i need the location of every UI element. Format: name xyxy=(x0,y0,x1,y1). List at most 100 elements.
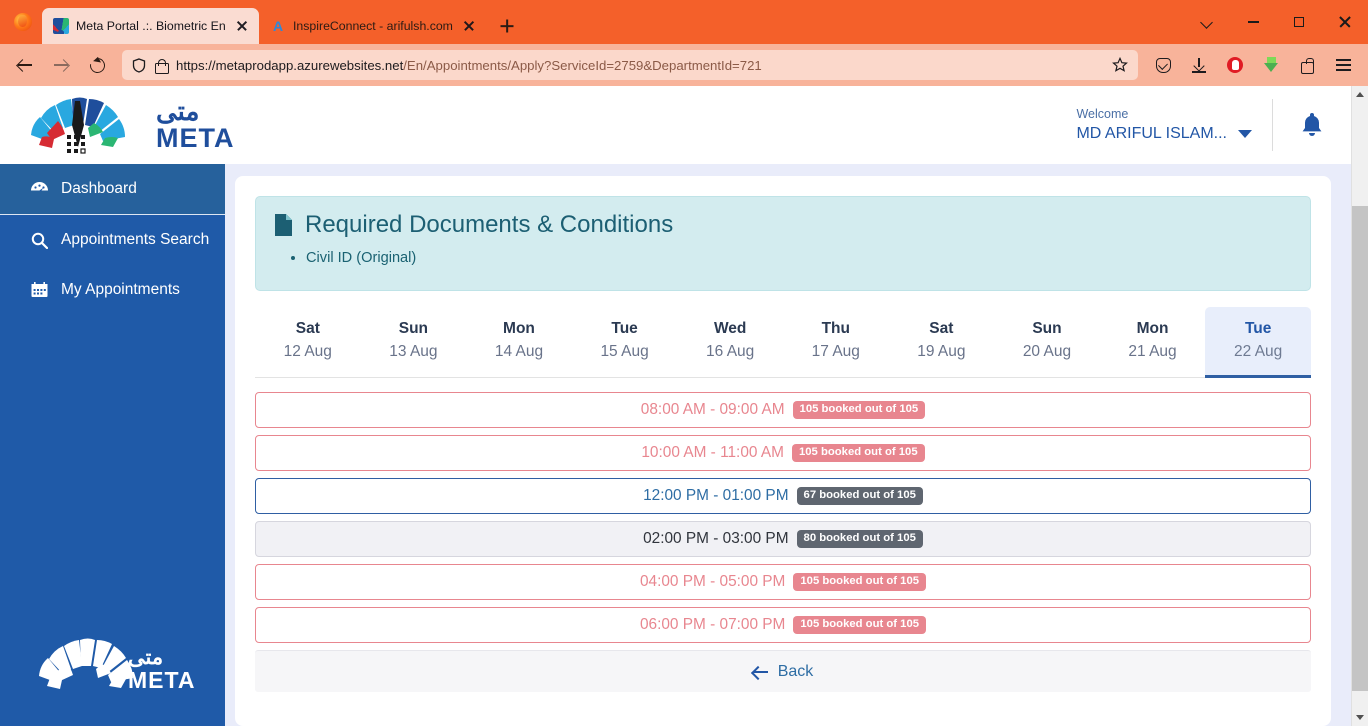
page-body: Dashboard Appointments Search My Appoint… xyxy=(0,164,1351,726)
extensions-icon[interactable] xyxy=(1290,49,1324,81)
back-button[interactable]: Back xyxy=(255,650,1311,692)
pocket-icon[interactable] xyxy=(1146,49,1180,81)
scrollbar-thumb[interactable] xyxy=(1351,206,1368,691)
date-tab-1[interactable]: Sun 13 Aug xyxy=(361,307,467,377)
menu-icon[interactable] xyxy=(1326,49,1360,81)
date-tabs: Sat 12 Aug Sun 13 Aug Mon 14 Aug Tue 15 … xyxy=(255,307,1311,378)
date-tab-3[interactable]: Tue 15 Aug xyxy=(572,307,678,377)
date-tab-0-dow: Sat xyxy=(295,320,320,337)
notifications-button[interactable] xyxy=(1273,99,1351,151)
scrollbar-down-arrow-icon[interactable] xyxy=(1352,709,1368,726)
dashboard-icon xyxy=(30,181,49,197)
page-viewport: متى META Welcome MD ARIFUL ISLAM... Dash… xyxy=(0,86,1368,726)
welcome-username: MD ARIFUL ISLAM... xyxy=(1076,123,1252,145)
url-path: /En/Appointments/Apply?ServiceId=2759&De… xyxy=(403,57,762,73)
sidebar-item-my-appointments[interactable]: My Appointments xyxy=(0,265,225,315)
date-tab-4-dow: Wed xyxy=(713,320,747,337)
chevron-down-icon[interactable] xyxy=(1238,129,1252,138)
time-slot-4[interactable]: 04:00 PM - 05:00 PM 105 booked out of 10… xyxy=(255,564,1311,600)
forward-nav-icon[interactable] xyxy=(44,49,78,81)
letter-a-favicon-icon: A xyxy=(272,18,284,34)
date-tab-9[interactable]: Tue 22 Aug xyxy=(1205,307,1311,378)
minimize-icon[interactable] xyxy=(1230,0,1276,44)
meta-footer-logo-icon: متى META xyxy=(38,638,195,694)
date-tab-3-dom: 15 Aug xyxy=(600,343,649,360)
time-slot-0-time: 08:00 AM - 09:00 AM xyxy=(640,401,785,418)
document-icon xyxy=(274,213,293,237)
date-tab-6[interactable]: Sat 19 Aug xyxy=(889,307,995,377)
browser-tab-0-title: Meta Portal .:. Biometric Enrollm xyxy=(76,19,226,33)
date-tab-4[interactable]: Wed 16 Aug xyxy=(677,307,783,377)
scrollbar-track[interactable] xyxy=(1351,103,1368,709)
reload-icon[interactable] xyxy=(80,49,114,81)
browser-tab-1-title: InspireConnect - arifulsh.com xyxy=(293,19,453,33)
sidebar-footer-logo: متى META xyxy=(0,612,225,726)
date-tab-2-dom: 14 Aug xyxy=(494,343,544,360)
date-tab-8-dom: 21 Aug xyxy=(1128,343,1177,360)
url-host: https://metaprodapp.azurewebsites.net xyxy=(176,57,404,73)
meta-logo[interactable]: متى META xyxy=(26,93,235,157)
page-scrollbar[interactable] xyxy=(1351,86,1368,726)
appointment-card: Required Documents & Conditions Civil ID… xyxy=(235,176,1331,726)
required-documents-list: Civil ID (Original) xyxy=(306,246,1292,270)
meta-logo-latin: META xyxy=(156,123,235,153)
time-slot-5[interactable]: 06:00 PM - 07:00 PM 105 booked out of 10… xyxy=(255,607,1311,643)
scrollbar-up-arrow-icon[interactable] xyxy=(1352,86,1368,103)
downloads-icon[interactable] xyxy=(1182,49,1216,81)
time-slot-3[interactable]: 02:00 PM - 03:00 PM 80 booked out of 105 xyxy=(255,521,1311,557)
bookmark-star-icon[interactable] xyxy=(1112,56,1128,73)
download-helper-icon[interactable] xyxy=(1254,49,1288,81)
date-tab-2[interactable]: Mon 14 Aug xyxy=(466,307,572,377)
meta-logo-mark-icon xyxy=(31,97,125,154)
time-slot-1[interactable]: 10:00 AM - 11:00 AM 105 booked out of 10… xyxy=(255,435,1311,471)
sidebar-divider xyxy=(0,214,225,215)
date-tab-0[interactable]: Sat 12 Aug xyxy=(255,307,361,377)
shield-icon xyxy=(132,57,146,73)
sidebar-item-appointments-search[interactable]: Appointments Search xyxy=(0,215,225,265)
required-documents-panel: Required Documents & Conditions Civil ID… xyxy=(255,196,1311,291)
browser-window: Meta Portal .:. Biometric Enrollm A Insp… xyxy=(0,0,1368,726)
browser-nav-bar: https://metaprodapp.azurewebsites.net/En… xyxy=(0,44,1368,86)
time-slot-list: 08:00 AM - 09:00 AM 105 booked out of 10… xyxy=(255,392,1311,643)
address-bar[interactable]: https://metaprodapp.azurewebsites.net/En… xyxy=(122,50,1138,80)
date-tab-1-dom: 13 Aug xyxy=(389,343,438,360)
lock-icon xyxy=(155,58,169,74)
browser-tab-1-close-icon[interactable] xyxy=(460,17,478,35)
date-tab-1-dow: Sun xyxy=(398,320,429,337)
date-tab-5[interactable]: Thu 17 Aug xyxy=(783,307,889,377)
browser-tab-0[interactable]: Meta Portal .:. Biometric Enrollm xyxy=(42,8,259,44)
sidebar-item-dashboard[interactable]: Dashboard xyxy=(0,164,225,214)
header-right: Welcome MD ARIFUL ISLAM... xyxy=(1076,86,1351,164)
close-window-icon[interactable] xyxy=(1322,0,1368,44)
browser-tab-strip: Meta Portal .:. Biometric Enrollm A Insp… xyxy=(0,0,1368,44)
time-slot-1-time: 10:00 AM - 11:00 AM xyxy=(641,444,784,461)
sidebar-item-appointments-search-label: Appointments Search xyxy=(61,231,210,248)
time-slot-1-badge: 105 booked out of 105 xyxy=(791,443,925,463)
notification-bell-icon xyxy=(1302,113,1322,136)
date-tab-8[interactable]: Mon 21 Aug xyxy=(1100,307,1206,377)
time-slot-5-time: 06:00 PM - 07:00 PM xyxy=(639,616,786,633)
date-tab-5-dow: Thu xyxy=(821,320,850,337)
time-slot-0[interactable]: 08:00 AM - 09:00 AM 105 booked out of 10… xyxy=(255,392,1311,428)
date-tab-4-dom: 16 Aug xyxy=(706,343,755,360)
list-all-tabs-icon[interactable] xyxy=(1184,0,1230,44)
sidebar: Dashboard Appointments Search My Appoint… xyxy=(0,164,225,726)
back-button-label: Back xyxy=(777,662,814,680)
user-menu[interactable]: Welcome MD ARIFUL ISLAM... xyxy=(1076,99,1273,151)
time-slot-3-time: 02:00 PM - 03:00 PM xyxy=(643,530,789,547)
adblock-icon[interactable] xyxy=(1218,49,1252,81)
main-content: Required Documents & Conditions Civil ID… xyxy=(225,164,1351,726)
new-tab-button[interactable] xyxy=(492,11,522,41)
site-header: متى META Welcome MD ARIFUL ISLAM... xyxy=(0,86,1351,164)
back-nav-icon[interactable] xyxy=(8,49,42,81)
search-icon xyxy=(30,232,49,249)
time-slot-2[interactable]: 12:00 PM - 01:00 PM 67 booked out of 105 xyxy=(255,478,1311,514)
maximize-icon[interactable] xyxy=(1276,0,1322,44)
date-tab-7[interactable]: Sun 20 Aug xyxy=(994,307,1100,377)
arrow-left-icon xyxy=(753,665,769,679)
svg-text:META: META xyxy=(128,667,195,693)
browser-tab-1[interactable]: A InspireConnect - arifulsh.com xyxy=(259,8,486,44)
required-documents-title-row: Required Documents & Conditions xyxy=(274,211,1292,239)
browser-tab-0-close-icon[interactable] xyxy=(233,17,251,35)
